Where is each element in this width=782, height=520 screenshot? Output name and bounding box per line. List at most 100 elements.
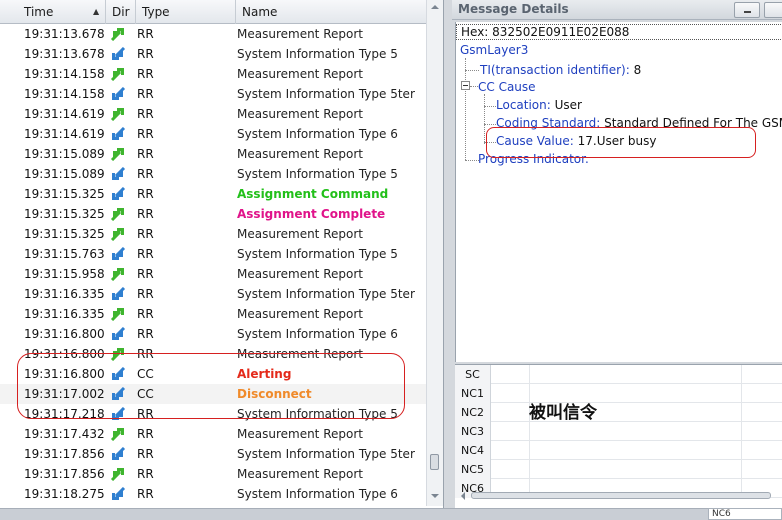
grid-divider <box>529 441 530 460</box>
table-row[interactable]: 19:31:17.432 RR Measurement Report <box>0 424 426 444</box>
uplink-arrow-icon <box>110 107 126 122</box>
cell-name: Assignment Command <box>237 187 389 201</box>
scroll-thumb[interactable] <box>471 492 771 499</box>
downlink-arrow-icon <box>110 46 126 61</box>
cell-time: 19:31:14.158 <box>24 87 105 101</box>
cell-name: Measurement Report <box>237 147 363 161</box>
cell-time: 19:31:15.089 <box>24 147 105 161</box>
table-row[interactable]: 19:31:16.335 RR System Information Type 5t… <box>0 284 426 304</box>
table-row[interactable]: 19:31:13.678 RR Measurement Report <box>0 24 426 44</box>
grid-horizontal-scrollbar[interactable] <box>461 491 779 501</box>
grid-tail-label: NC6 <box>708 508 782 520</box>
message-log-panel: Time ▲ Dir Type Name 19:31:13.678 RR Measu… <box>0 0 444 508</box>
cell-time: 19:31:16.800 <box>24 327 105 341</box>
tree-connector <box>470 86 478 87</box>
grid-row[interactable]: NC3 <box>455 422 782 441</box>
column-header-dir[interactable]: Dir <box>106 0 136 24</box>
uplink-arrow-icon <box>110 207 126 222</box>
tree-connector <box>465 58 466 160</box>
cell-type: RR <box>137 147 154 161</box>
cell-time: 19:31:15.325 <box>24 227 105 241</box>
table-row[interactable]: 19:31:15.763 RR System Information Type 5 <box>0 244 426 264</box>
table-row[interactable]: 19:31:15.325 RR Assignment Complete <box>0 204 426 224</box>
cell-name: System Information Type 5 <box>237 47 398 61</box>
grid-row-label: SC <box>455 365 491 384</box>
grid-row[interactable]: NC2 <box>455 403 782 422</box>
scroll-up-arrow-icon[interactable] <box>431 5 439 9</box>
column-header-type[interactable]: Type <box>136 0 236 24</box>
grid-row[interactable]: NC1 <box>455 384 782 403</box>
cell-name: System Information Type 6 <box>237 127 398 141</box>
uplink-arrow-icon <box>110 267 126 282</box>
scroll-thumb[interactable] <box>430 454 439 470</box>
table-row[interactable]: 19:31:14.619 RR System Information Type 6 <box>0 124 426 144</box>
cell-name: System Information Type 5ter <box>237 87 415 101</box>
grid-divider <box>529 365 530 384</box>
grid-row[interactable]: NC5 <box>455 460 782 479</box>
grid-divider <box>741 422 742 441</box>
grid-row[interactable]: SC <box>455 365 782 384</box>
cell-name: Measurement Report <box>237 267 363 281</box>
restore-button[interactable] <box>764 2 782 18</box>
cell-time: 19:31:15.325 <box>24 187 105 201</box>
cell-time: 19:31:15.089 <box>24 167 105 181</box>
column-header-name[interactable]: Name <box>236 0 426 24</box>
grid-divider <box>741 403 742 422</box>
cell-type: RR <box>137 427 154 441</box>
downlink-arrow-icon <box>110 126 126 141</box>
collapse-icon[interactable] <box>461 81 470 90</box>
grid-row-label: NC3 <box>455 422 491 441</box>
cell-name: Measurement Report <box>237 467 363 481</box>
cell-name: Assignment Complete <box>237 207 386 221</box>
tree-node-location[interactable]: Location: User <box>496 97 582 113</box>
table-row[interactable]: 19:31:15.089 RR Measurement Report <box>0 144 426 164</box>
cell-time: 19:31:15.958 <box>24 267 105 281</box>
tree-connector <box>465 160 479 161</box>
uplink-arrow-icon <box>110 67 126 82</box>
cell-type: RR <box>137 287 154 301</box>
cell-time: 19:31:14.619 <box>24 107 105 121</box>
cell-type: RR <box>137 227 154 241</box>
message-details-tree: Hex: 832502E0911E02E088 GsmLayer3 TI(tra… <box>455 22 782 362</box>
grid-divider <box>741 460 742 479</box>
grid-row-label: NC4 <box>455 441 491 460</box>
downlink-arrow-icon <box>110 326 126 341</box>
uplink-arrow-icon <box>110 467 126 482</box>
table-row[interactable]: 19:31:15.089 RR System Information Type 5 <box>0 164 426 184</box>
tree-node-ti[interactable]: TI(transaction identifier): 8 <box>480 62 641 78</box>
scroll-left-arrow-icon[interactable] <box>461 492 465 500</box>
location-label: Location: <box>496 98 551 112</box>
ti-label: TI(transaction identifier): <box>480 63 630 77</box>
log-vertical-scrollbar[interactable] <box>426 0 443 506</box>
grid-divider <box>741 384 742 403</box>
hex-line[interactable]: Hex: 832502E0911E02E088 <box>456 24 782 40</box>
table-row[interactable]: 19:31:17.856 RR Measurement Report <box>0 464 426 484</box>
downlink-arrow-icon <box>110 446 126 461</box>
table-row[interactable]: 19:31:15.958 RR Measurement Report <box>0 264 426 284</box>
grid-row[interactable]: NC4 <box>455 441 782 460</box>
tree-connector <box>465 70 479 71</box>
table-row[interactable]: 19:31:16.800 RR System Information Type 6 <box>0 324 426 344</box>
cell-time: 19:31:17.856 <box>24 467 105 481</box>
table-row[interactable]: 19:31:16.335 RR Measurement Report <box>0 304 426 324</box>
grid-row-label: NC2 <box>455 403 491 422</box>
minimize-button[interactable] <box>734 2 760 18</box>
table-row[interactable]: 19:31:14.619 RR Measurement Report <box>0 104 426 124</box>
downlink-arrow-icon <box>110 186 126 201</box>
scroll-down-arrow-icon[interactable] <box>431 494 439 498</box>
table-row[interactable]: 19:31:13.678 RR System Information Type 5 <box>0 44 426 64</box>
highlight-annotation-cause-value <box>486 127 756 158</box>
cell-type: RR <box>137 207 154 221</box>
tree-node-cc-cause[interactable]: CC Cause <box>478 79 536 95</box>
table-row[interactable]: 19:31:17.856 RR System Information Type 5t… <box>0 444 426 464</box>
annotation-text: 被叫信令 <box>529 403 597 423</box>
table-row[interactable]: 19:31:18.275 RR System Information Type 6 <box>0 484 426 504</box>
uplink-arrow-icon <box>110 27 126 42</box>
table-row[interactable]: 19:31:15.325 RR Measurement Report <box>0 224 426 244</box>
table-row[interactable]: 19:31:14.158 RR System Information Type 5t… <box>0 84 426 104</box>
table-row[interactable]: 19:31:15.325 RR Assignment Command <box>0 184 426 204</box>
hex-value: 832502E0911E02E088 <box>492 25 630 39</box>
tree-node-gsmlayer3[interactable]: GsmLayer3 <box>460 42 528 58</box>
grid-row-label: NC5 <box>455 460 491 479</box>
table-row[interactable]: 19:31:14.158 RR Measurement Report <box>0 64 426 84</box>
